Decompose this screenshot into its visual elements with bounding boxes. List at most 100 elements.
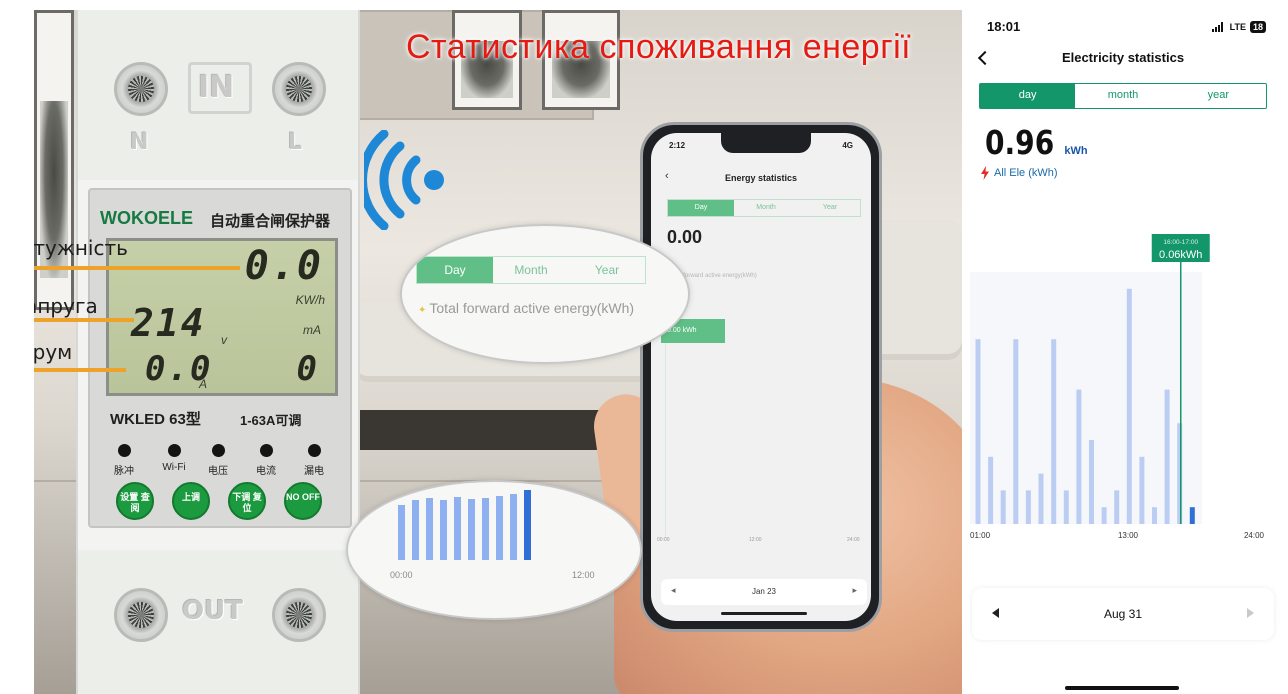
- chart-bar[interactable]: [1025, 490, 1031, 524]
- chart-bar[interactable]: [1038, 473, 1044, 524]
- battery-icon: 18: [1249, 20, 1266, 33]
- led-indicator: [118, 444, 131, 457]
- bubble-bar: [496, 496, 503, 560]
- chart-legend: All Ele (kWh): [980, 166, 1058, 180]
- chart-bar[interactable]: [1152, 507, 1157, 524]
- lcd-power-value: 0.0: [244, 243, 323, 289]
- phone-status-time: 2:12: [669, 141, 686, 150]
- next-day-arrow-icon[interactable]: [1244, 606, 1256, 620]
- bubble-bar: [454, 497, 461, 560]
- chart-bar[interactable]: [1000, 490, 1006, 524]
- bubble-bar: [524, 490, 531, 560]
- chart-bar[interactable]: [1139, 456, 1145, 524]
- phone-x-tick: 00:00: [657, 537, 670, 543]
- legend-label: All Ele (kWh): [994, 167, 1058, 179]
- chart-bar[interactable]: [1101, 507, 1107, 524]
- tab-month[interactable]: month: [1075, 84, 1170, 108]
- chart-bar[interactable]: [1126, 288, 1132, 524]
- bubble-bar: [510, 494, 517, 560]
- power-annotation: потужність: [34, 236, 128, 260]
- chart-bar[interactable]: [1051, 339, 1057, 524]
- led-label: Wi-Fi: [162, 462, 186, 473]
- phone-value: 0.00: [667, 227, 703, 247]
- phone-x-tick: 24:00: [847, 537, 860, 543]
- bubble-bar: [426, 498, 433, 560]
- screw: [114, 62, 168, 116]
- bubble-tab-day: Day: [417, 257, 493, 283]
- chart-bar[interactable]: [1076, 389, 1082, 524]
- network-label: LTE: [1229, 21, 1246, 32]
- lcd-leak-value: 0: [296, 349, 319, 389]
- chart-bar[interactable]: [1164, 389, 1170, 524]
- phone-tab-year: Year: [822, 204, 838, 211]
- chart-bar[interactable]: [1089, 440, 1094, 524]
- tab-day[interactable]: day: [980, 84, 1076, 108]
- energy-bar-chart[interactable]: 16:00-17:00 0.06kWh 01:00 13:00 24:00: [962, 228, 1284, 548]
- zoom-bubble-tabs: Day Month Year Total forward active ener…: [400, 224, 690, 364]
- terminal-n-label: N: [130, 130, 149, 155]
- chart-bar[interactable]: [988, 456, 994, 524]
- window-frame: [34, 10, 74, 310]
- phone-date: Jan 23: [751, 587, 777, 596]
- lcd-power-unit: KW/h: [295, 293, 325, 307]
- page-title: Electricity statistics: [1061, 50, 1185, 65]
- chart-bar[interactable]: [975, 339, 981, 524]
- phone-x-tick: 12:00: [749, 537, 762, 543]
- brand-logo: WOKOELE: [100, 208, 193, 228]
- bubble-tab-year: Year: [594, 263, 620, 277]
- bubble-tick: 12:00: [572, 570, 595, 580]
- led-indicator: [308, 444, 321, 457]
- bubble-bar: [440, 500, 447, 560]
- total-energy-unit: kWh: [1064, 145, 1088, 157]
- bubble-tab-month: Month: [514, 263, 548, 277]
- bubble-tick: 00:00: [390, 570, 413, 580]
- screw: [114, 588, 168, 642]
- bubble-bar: [482, 498, 489, 560]
- device-on-off-button: NO OFF: [284, 482, 322, 520]
- device-up-button: 上调: [172, 482, 210, 520]
- total-energy: 0.96 kWh: [985, 123, 1088, 162]
- terminal-in-label: IN: [198, 70, 235, 105]
- power-annotation-line: [34, 266, 240, 270]
- bubble-bar: [398, 505, 405, 560]
- chart-bar[interactable]: [1063, 490, 1069, 524]
- terminal-block-bottom: OUT: [78, 550, 358, 694]
- terminal-block-top: IN N L: [78, 10, 358, 180]
- brand-subtitle: 自动重合闸保护器: [210, 213, 331, 230]
- lcd-leak-unit: mA: [303, 323, 321, 337]
- tooltip-time: 16:00-17:00: [1163, 239, 1198, 246]
- lcd-voltage-unit: v: [221, 333, 227, 347]
- led-indicator: [168, 444, 181, 457]
- x-tick-label: 24:00: [1244, 531, 1265, 540]
- device-down-button: 下调 复位: [228, 482, 266, 520]
- signal-icon: [1211, 21, 1226, 32]
- x-tick-label: 01:00: [970, 531, 991, 540]
- bubble-bar: [412, 500, 419, 560]
- lcd-current-unit: A: [199, 377, 208, 391]
- total-energy-value: 0.96: [985, 123, 1055, 162]
- screw: [272, 588, 326, 642]
- chart-bar[interactable]: [1013, 339, 1019, 524]
- app-screen: 18:01 LTE 18 Electricity statistics day …: [962, 0, 1284, 694]
- x-tick-label: 13:00: [1118, 531, 1139, 540]
- chart-bar[interactable]: [1189, 507, 1195, 524]
- phone-tab-month: Month: [756, 204, 776, 211]
- range-label: 1-63A可调: [240, 413, 302, 428]
- lcd-display: 0.0 KW/h 214 v mA 0.0 A 0: [106, 238, 338, 396]
- model-label: WKLED 63型: [110, 411, 201, 428]
- chart-bar[interactable]: [1114, 490, 1120, 524]
- led-label: 电压: [208, 466, 228, 477]
- bubble-bar: [468, 499, 475, 560]
- phone-notch: [721, 133, 811, 153]
- current-annotation-line: [34, 368, 126, 372]
- bubble-energy-label: Total forward active energy(kWh): [418, 300, 634, 316]
- phone-tabs: Day Month Year: [667, 199, 861, 217]
- promo-title: Статистика споживання енергії: [406, 28, 912, 66]
- phone-mockup: 2:12 4G ‹ Energy statistics Day Month Ye…: [640, 122, 882, 632]
- led-indicator: [212, 444, 225, 457]
- tooltip-value: 0.06kWh: [1159, 249, 1202, 261]
- date-label: Aug 31: [1103, 607, 1143, 621]
- screw: [272, 62, 326, 116]
- tab-year[interactable]: year: [1171, 84, 1266, 108]
- terminal-l-label: L: [288, 130, 303, 155]
